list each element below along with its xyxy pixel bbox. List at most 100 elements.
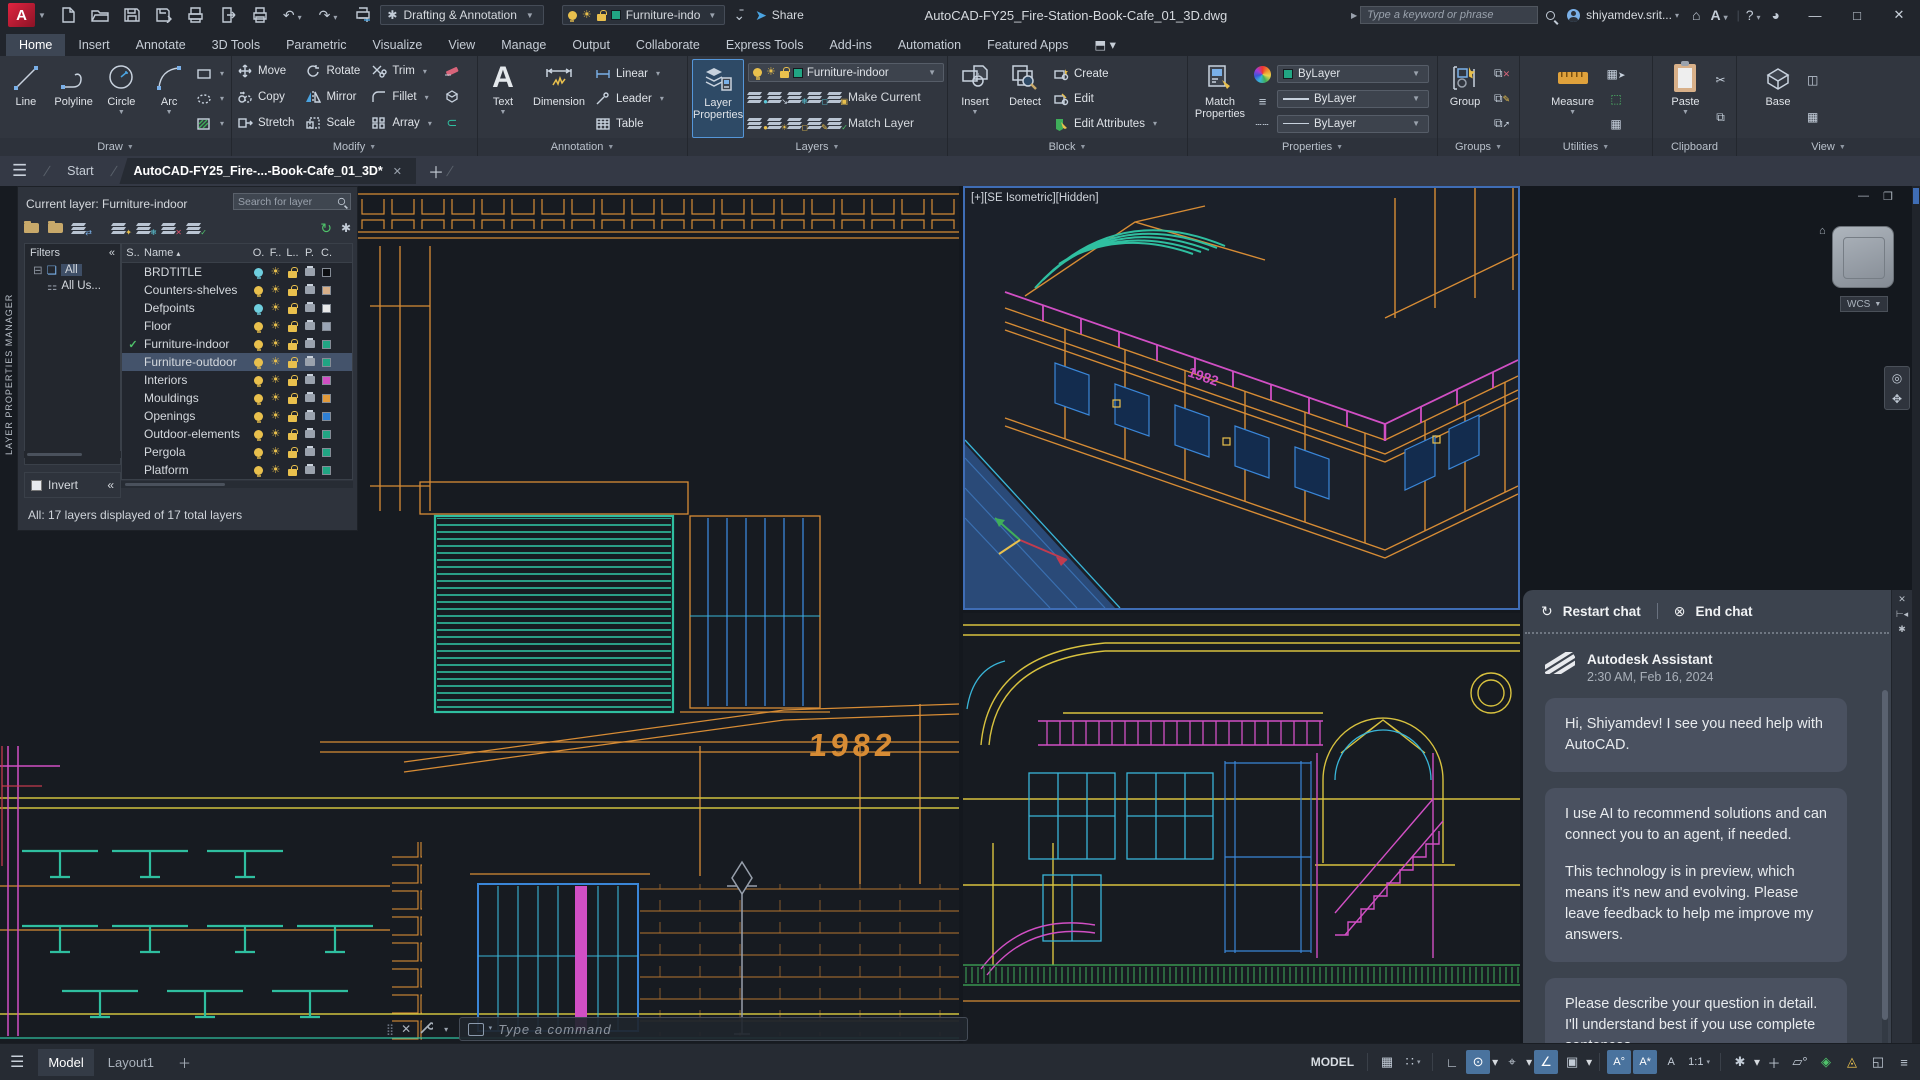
layer-freeze-tool-icon[interactable]: ❄	[786, 91, 808, 105]
layer-row-furniture-outdoor[interactable]: Furniture-outdoor ☀	[122, 353, 352, 371]
create-block-button[interactable]: Create	[1052, 63, 1183, 85]
layer-color-swatch[interactable]	[322, 411, 331, 421]
chat-gear-icon[interactable]: ✱	[1898, 624, 1906, 639]
layer-off-icon[interactable]: ●	[746, 91, 768, 105]
layer-freeze-icon[interactable]: ☀	[271, 338, 281, 350]
layer-plot-icon[interactable]	[304, 284, 315, 294]
layer-plot-icon[interactable]	[304, 446, 315, 456]
layer-lock-icon[interactable]	[288, 446, 298, 458]
ellipse-tool-button[interactable]: ▾	[195, 88, 227, 110]
viewport-restore-icon[interactable]: ❐	[1883, 190, 1893, 206]
new-frozen-layer-icon[interactable]: ❄	[135, 222, 157, 236]
layer-lock-tool-icon[interactable]: ◻	[806, 91, 828, 105]
group-select-icon[interactable]: ⧉➚	[1494, 116, 1510, 131]
circle-button[interactable]: Circle ▼	[100, 59, 144, 138]
paste-button[interactable]: Paste ▼	[1661, 59, 1709, 138]
wcs-indicator[interactable]: WCS ▼	[1840, 296, 1889, 312]
user-name[interactable]: shiyamdev.srit...	[1586, 8, 1672, 22]
layer-lock-icon[interactable]	[288, 392, 298, 404]
panel-label-block[interactable]: Block ▼	[948, 138, 1187, 156]
select-objects-icon[interactable]: ⬚	[1610, 92, 1621, 106]
plot-icon[interactable]	[187, 7, 205, 23]
edit-attributes-button[interactable]: Edit Attributes ▾	[1052, 113, 1183, 135]
layer-color-swatch[interactable]	[322, 267, 331, 277]
command-close-icon[interactable]: ✕	[401, 1022, 411, 1036]
make-current-label[interactable]: Make Current	[848, 90, 921, 104]
ribbon-tab-automation[interactable]: Automation	[885, 34, 974, 56]
layer-freeze-icon[interactable]: ☀	[271, 266, 281, 278]
grid-toggle-icon[interactable]: ▦	[1375, 1050, 1399, 1074]
layer-color-swatch[interactable]	[322, 375, 331, 385]
layer-on-icon[interactable]	[254, 339, 263, 351]
layer-thaw-icon[interactable]: ☀	[766, 117, 788, 131]
erase-icon[interactable]	[443, 63, 461, 80]
ribbon-tab-3d-tools[interactable]: 3D Tools	[199, 34, 273, 56]
layer-lock-icon[interactable]	[288, 374, 298, 386]
autodesk-access-icon[interactable]: A ▾	[1710, 7, 1730, 23]
open-folder-icon[interactable]	[91, 7, 109, 23]
layer-on-icon[interactable]	[254, 393, 263, 405]
layer-isolate-icon[interactable]: ↘	[766, 91, 788, 105]
app-menu-caret-icon[interactable]: ▼	[38, 11, 46, 20]
filters-collapse-icon[interactable]: «	[109, 247, 115, 259]
minimize-button[interactable]: —	[1794, 0, 1836, 30]
layer-row-floor[interactable]: Floor ☀	[122, 317, 352, 335]
canvas-scrollbar[interactable]	[1912, 186, 1920, 1043]
layer-lock-icon[interactable]	[288, 320, 298, 332]
copy-button[interactable]: Copy	[236, 90, 294, 105]
layer-row-furniture-indoor[interactable]: ✓ Furniture-indoor ☀	[122, 335, 352, 353]
detect-button[interactable]: Detect	[1002, 59, 1048, 138]
layer-on-icon[interactable]	[254, 357, 263, 369]
user-caret-icon[interactable]: ▾	[1675, 11, 1679, 20]
layer-lock-icon[interactable]	[288, 464, 298, 476]
filter-tree-item-all[interactable]: ⊟ ❏ All	[25, 262, 120, 278]
make-current-icon[interactable]: ▣	[826, 91, 848, 105]
panel-label-utilities[interactable]: Utilities ▼	[1520, 138, 1652, 156]
export-icon[interactable]	[219, 7, 237, 23]
new-tab-button[interactable]: ＋	[428, 159, 444, 183]
crosshair-icon[interactable]: ＋	[1762, 1050, 1786, 1074]
offset-icon[interactable]: ⊂	[446, 115, 457, 131]
panel-label-annotation[interactable]: Annotation ▼	[478, 138, 687, 156]
copy-clip-icon[interactable]: ⧉	[1716, 110, 1725, 125]
end-chat-button[interactable]: End chat	[1696, 604, 1753, 619]
quick-calc-icon[interactable]: ▦	[1610, 117, 1621, 131]
panel-label-modify[interactable]: Modify ▼	[232, 138, 477, 156]
share-icon[interactable]: ➤	[755, 7, 767, 24]
layer-unlock-icon[interactable]: ◻	[786, 117, 808, 131]
ribbon-tab-visualize[interactable]: Visualize	[360, 34, 436, 56]
command-input[interactable]: Type a command	[459, 1017, 968, 1041]
layer-lock-icon[interactable]	[288, 356, 298, 368]
filter-tree-item-all-used[interactable]: ⚏ All Us...	[25, 278, 120, 294]
snap-toggle-icon[interactable]: ∷ ▾	[1401, 1050, 1425, 1074]
layer-freeze-icon[interactable]: ☀	[271, 410, 281, 422]
layer-row-counters-shelves[interactable]: Counters-shelves ☀	[122, 281, 352, 299]
viewcube[interactable]: ⌂	[1819, 225, 1894, 288]
color-dropdown[interactable]: ByLayer ▼	[1277, 64, 1429, 83]
model-space-button[interactable]: MODEL	[1305, 1055, 1360, 1069]
layer-list-header[interactable]: S.. Name ▴ O. F.. L.. P. C.	[122, 244, 352, 263]
layer-list-scrollbar[interactable]	[121, 481, 353, 488]
named-views-icon[interactable]: ▦	[1807, 110, 1818, 124]
palette-gear-icon[interactable]: ✱	[341, 221, 351, 235]
layer-plot-icon[interactable]	[304, 356, 315, 366]
layer-plot-icon[interactable]	[304, 338, 315, 348]
layer-on-icon[interactable]	[254, 465, 263, 477]
polar-tracking-icon[interactable]: ⊙	[1466, 1050, 1491, 1074]
collapse-icon[interactable]: ⌄̄	[733, 7, 745, 24]
layer-on-icon[interactable]	[254, 375, 263, 387]
layer-color-swatch[interactable]	[322, 285, 331, 295]
layer-on-icon[interactable]	[254, 321, 263, 333]
isometric-drafting-icon[interactable]: ⌖	[1500, 1050, 1524, 1074]
layer-on-icon[interactable]	[753, 68, 762, 80]
measure-button[interactable]: Measure ▼	[1545, 59, 1601, 138]
tab-start[interactable]: Start	[53, 158, 107, 184]
ribbon-tab-view[interactable]: View	[435, 34, 488, 56]
redo-icon[interactable]: ↷ ▾	[319, 7, 341, 24]
invert-checkbox[interactable]	[31, 479, 42, 491]
object-snap-tracking-icon[interactable]: ∠	[1534, 1050, 1559, 1074]
layer-color-swatch[interactable]	[322, 429, 331, 439]
ribbon-tab-featured-apps[interactable]: Featured Apps	[974, 34, 1081, 56]
quick-select-icon[interactable]: ▦➤	[1607, 67, 1626, 81]
edit-block-button[interactable]: Edit	[1052, 88, 1183, 110]
